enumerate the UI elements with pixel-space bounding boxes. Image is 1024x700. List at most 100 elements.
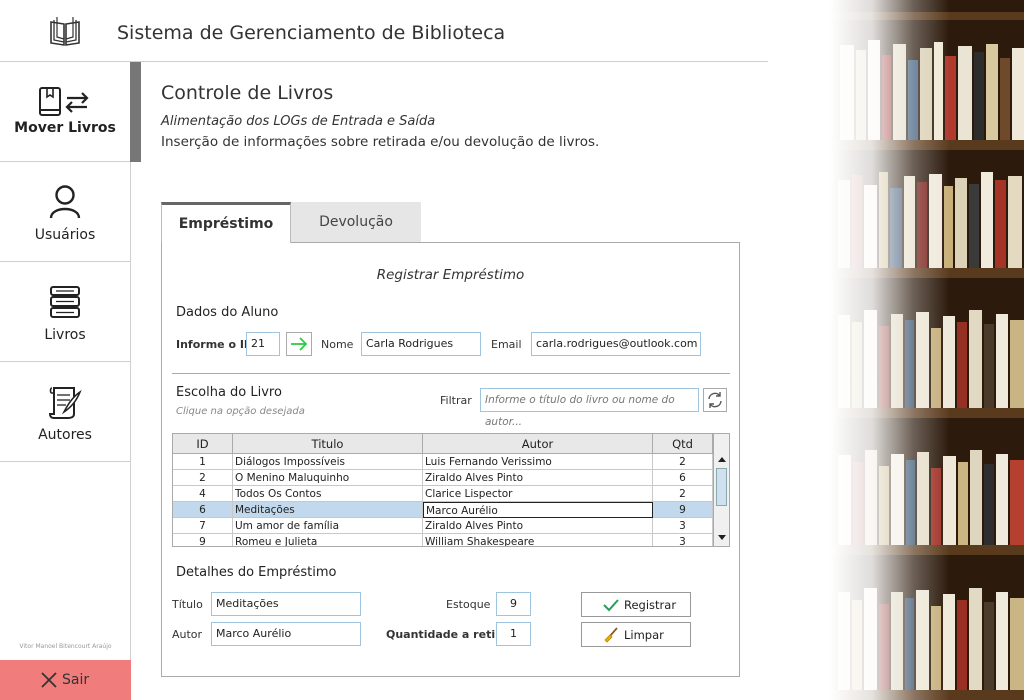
cell-author: Ziraldo Alves Pinto bbox=[423, 518, 653, 534]
close-icon bbox=[41, 672, 57, 688]
clear-button[interactable]: Limpar bbox=[581, 622, 691, 647]
sidebar-item-label: Livros bbox=[44, 327, 86, 343]
page-title: Controle de Livros bbox=[161, 82, 334, 104]
cell-qtd: 9 bbox=[653, 502, 713, 518]
table-row[interactable]: 4 Todos Os Contos Clarice Lispector 2 bbox=[173, 486, 713, 502]
book-section-title: Escolha do Livro bbox=[176, 385, 282, 400]
loan-panel: Registrar Empréstimo Dados do Aluno Info… bbox=[161, 242, 740, 677]
lookup-student-button[interactable] bbox=[286, 332, 312, 356]
student-id-input[interactable]: 21 bbox=[246, 332, 280, 356]
refresh-icon bbox=[708, 392, 722, 408]
filter-input[interactable]: Informe o título do livro ou nome do aut… bbox=[480, 388, 699, 428]
table-row[interactable]: 7 Um amor de família Ziraldo Alves Pinto… bbox=[173, 518, 713, 534]
column-header-autor[interactable]: Autor bbox=[423, 434, 653, 454]
books-stack-icon bbox=[50, 286, 80, 318]
quantity-label: Quantidade a retirar bbox=[386, 628, 514, 641]
books-table: ID Titulo Autor Qtd 1 Diálogos Impossíve… bbox=[172, 433, 730, 547]
cell-title: O Menino Maluquinho bbox=[233, 470, 423, 486]
book-author-field[interactable]: Marco Aurélio bbox=[211, 622, 361, 646]
table-row[interactable]: 2 O Menino Maluquinho Ziraldo Alves Pint… bbox=[173, 470, 713, 486]
cell-id: 9 bbox=[173, 534, 233, 546]
app-window: Sistema de Gerenciamento de Biblioteca M… bbox=[0, 0, 1024, 700]
sidebar-item-label: Usuários bbox=[34, 227, 96, 243]
sidebar: Mover Livros Usuários Livros Autores bbox=[0, 62, 131, 700]
scroll-thumb[interactable] bbox=[716, 468, 727, 506]
column-header-id[interactable]: ID bbox=[173, 434, 233, 454]
user-icon bbox=[49, 185, 81, 219]
author-credit: Vitor Manoel Bitencourt Araújo bbox=[19, 643, 112, 650]
arrow-right-icon bbox=[291, 337, 308, 351]
cell-title: Um amor de família bbox=[233, 518, 423, 534]
exit-label: Sair bbox=[62, 672, 90, 688]
panel-heading: Registrar Empréstimo bbox=[376, 267, 525, 283]
cell-author: Ziraldo Alves Pinto bbox=[423, 470, 653, 486]
column-header-titulo[interactable]: Titulo bbox=[233, 434, 423, 454]
filter-label: Filtrar bbox=[440, 394, 472, 407]
bookshelf-fade-overlay bbox=[830, 0, 950, 700]
table-row[interactable]: 1 Diálogos Impossíveis Luis Fernando Ver… bbox=[173, 454, 713, 470]
cell-id: 6 bbox=[173, 502, 233, 518]
sidebar-item-mover-livros[interactable]: Mover Livros bbox=[0, 62, 130, 162]
cell-qtd: 3 bbox=[653, 518, 713, 534]
email-label: Email bbox=[491, 338, 522, 351]
open-book-logo-icon bbox=[50, 17, 80, 46]
book-hint: Clique na opção desejada bbox=[176, 406, 305, 417]
quantity-input[interactable]: 1 bbox=[496, 622, 531, 646]
active-nav-indicator bbox=[130, 62, 141, 162]
tab-devolucao[interactable]: Devolução bbox=[291, 202, 421, 243]
table-header: ID Titulo Autor Qtd bbox=[173, 434, 713, 454]
sidebar-item-livros[interactable]: Livros bbox=[0, 262, 130, 362]
student-email-field[interactable]: carla.rodrigues@outlook.com bbox=[531, 332, 701, 356]
clear-label: Limpar bbox=[624, 628, 664, 642]
divider bbox=[172, 373, 730, 374]
stock-label: Estoque bbox=[446, 598, 491, 611]
student-section-title: Dados do Aluno bbox=[176, 305, 279, 320]
cell-title: Meditações bbox=[233, 502, 423, 518]
app-title: Sistema de Gerenciamento de Biblioteca bbox=[117, 22, 506, 44]
cell-author: Clarice Lispector bbox=[423, 486, 653, 502]
details-section-title: Detalhes do Empréstimo bbox=[176, 565, 337, 580]
page-description: Inserção de informações sobre retirada e… bbox=[161, 134, 600, 150]
refresh-button[interactable] bbox=[703, 388, 727, 412]
tab-emprestimo[interactable]: Empréstimo bbox=[161, 202, 291, 243]
book-transfer-icon bbox=[39, 87, 89, 116]
title-label: Título bbox=[172, 598, 203, 611]
register-label: Registrar bbox=[624, 598, 677, 612]
register-button[interactable]: Registrar bbox=[581, 592, 691, 617]
cell-title: Romeu e Julieta bbox=[233, 534, 423, 546]
scroll-quill-icon bbox=[48, 387, 82, 419]
table-row-selected[interactable]: 6 Meditações Marco Aurélio 9 bbox=[173, 502, 713, 518]
table-scrollbar[interactable] bbox=[713, 434, 729, 546]
cell-qtd: 3 bbox=[653, 534, 713, 546]
cell-author: William Shakespeare bbox=[423, 534, 653, 546]
id-label: Informe o ID bbox=[176, 338, 254, 351]
cell-id: 1 bbox=[173, 454, 233, 470]
scroll-down-icon[interactable] bbox=[717, 534, 727, 542]
book-title-field[interactable]: Meditações bbox=[211, 592, 361, 616]
cell-id: 7 bbox=[173, 518, 233, 534]
cell-id: 4 bbox=[173, 486, 233, 502]
sidebar-item-autores[interactable]: Autores bbox=[0, 362, 130, 462]
cell-title: Todos Os Contos bbox=[233, 486, 423, 502]
sidebar-item-label: Mover Livros bbox=[14, 120, 116, 136]
table-row[interactable]: 9 Romeu e Julieta William Shakespeare 3 bbox=[173, 534, 713, 546]
exit-button[interactable]: Sair bbox=[0, 660, 131, 700]
cell-author-focused[interactable]: Marco Aurélio bbox=[423, 502, 653, 518]
column-header-qtd[interactable]: Qtd bbox=[653, 434, 713, 454]
author-label: Autor bbox=[172, 628, 203, 641]
cell-author: Luis Fernando Verissimo bbox=[423, 454, 653, 470]
cell-qtd: 2 bbox=[653, 486, 713, 502]
page-subtitle: Alimentação dos LOGs de Entrada e Saída bbox=[161, 114, 436, 129]
stock-field[interactable]: 9 bbox=[496, 592, 531, 616]
check-icon bbox=[603, 599, 619, 612]
cell-title: Diálogos Impossíveis bbox=[233, 454, 423, 470]
student-name-field[interactable]: Carla Rodrigues bbox=[361, 332, 481, 356]
cell-qtd: 2 bbox=[653, 454, 713, 470]
cell-id: 2 bbox=[173, 470, 233, 486]
header: Sistema de Gerenciamento de Biblioteca bbox=[0, 0, 768, 62]
cell-qtd: 6 bbox=[653, 470, 713, 486]
broom-icon bbox=[604, 627, 618, 643]
sidebar-item-usuarios[interactable]: Usuários bbox=[0, 162, 130, 262]
sidebar-item-label: Autores bbox=[38, 427, 92, 443]
scroll-up-icon[interactable] bbox=[717, 455, 727, 463]
